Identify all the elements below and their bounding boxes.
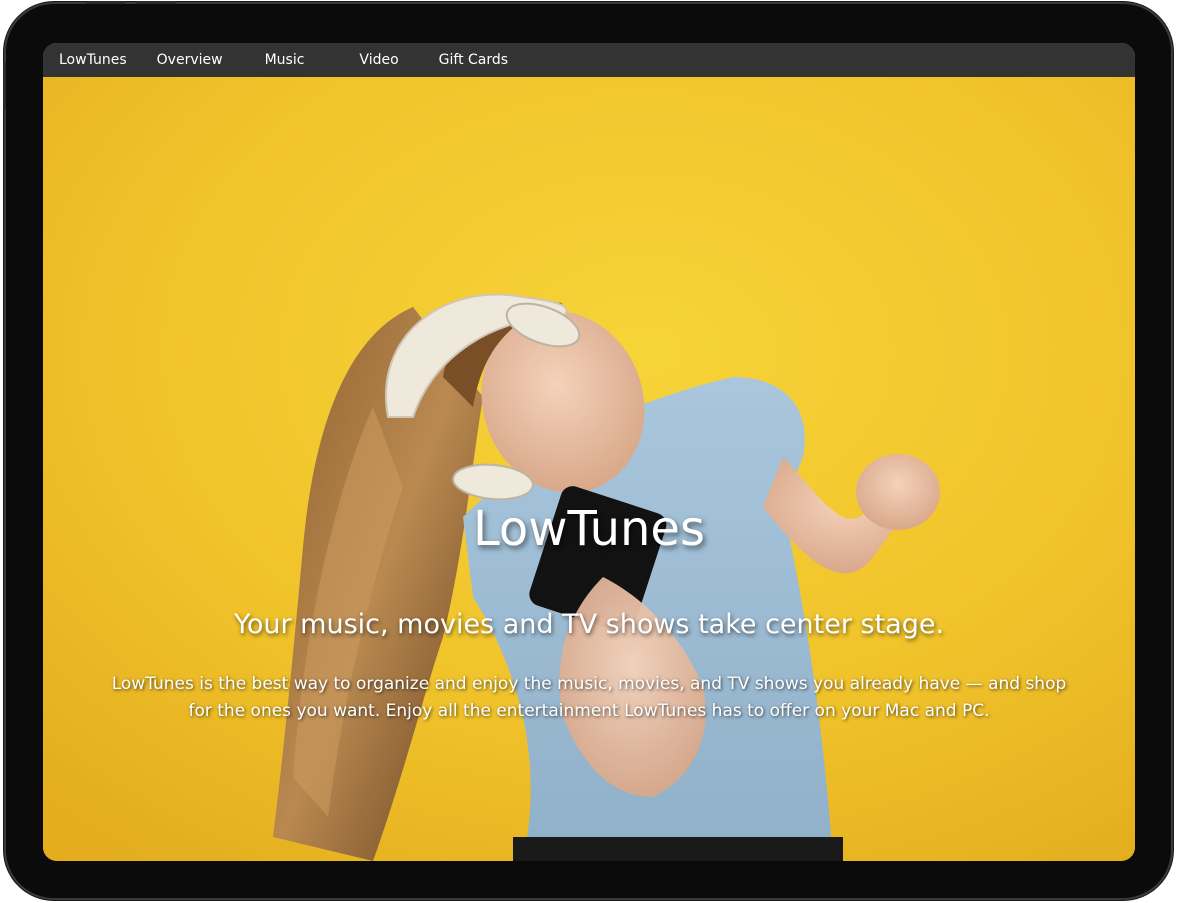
tablet-top-button-2 <box>136 1 176 4</box>
nav-brand-link[interactable]: LowTunes <box>59 52 127 68</box>
top-navbar: LowTunes Overview Music Video Gift Cards <box>43 43 1135 77</box>
nav-item-overview[interactable]: Overview <box>157 52 223 68</box>
hero-text-overlay: LowTunes Your music, movies and TV shows… <box>43 77 1135 861</box>
hero-title: LowTunes <box>473 501 705 557</box>
hero-description-line-1: LowTunes is the best way to organize and… <box>111 674 1067 694</box>
tablet-top-button <box>86 1 126 4</box>
hero-tagline: Your music, movies and TV shows take cen… <box>233 609 945 640</box>
tablet-screen: LowTunes Your music, movies and TV shows… <box>43 43 1135 861</box>
nav-item-gift-cards[interactable]: Gift Cards <box>439 52 508 68</box>
hero-description-line-2: for the ones you want. Enjoy all the ent… <box>188 701 990 721</box>
nav-item-music[interactable]: Music <box>265 52 305 68</box>
hero-section: LowTunes Your music, movies and TV shows… <box>43 77 1135 861</box>
nav-item-video[interactable]: Video <box>359 52 398 68</box>
hero-description: LowTunes is the best way to organize and… <box>83 671 1095 725</box>
tablet-side-button <box>3 62 6 110</box>
